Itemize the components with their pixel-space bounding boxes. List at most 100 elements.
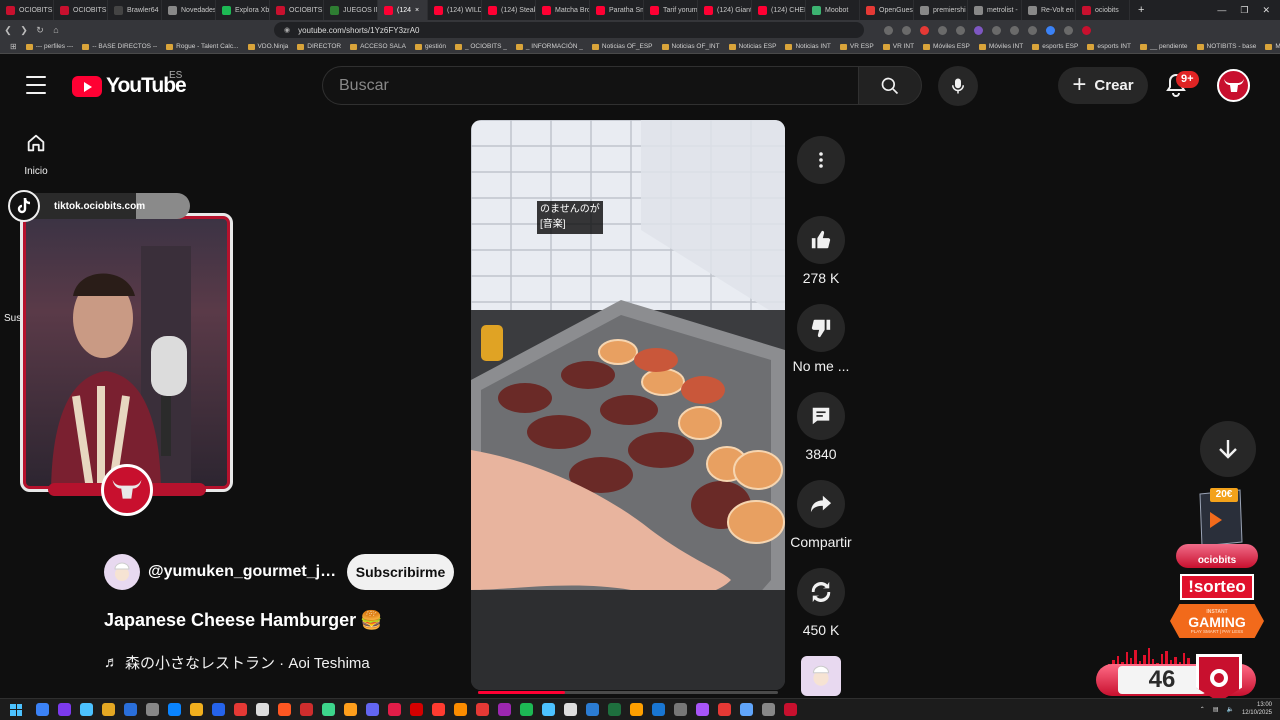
bookmark-item[interactable]: Móviles ESP [923,43,970,50]
extension-icon[interactable] [938,25,947,35]
browser-tab[interactable]: JUEGOS IM [324,0,378,20]
site-info-icon[interactable]: ◉ [284,26,290,34]
address-bar[interactable]: ◉ youtube.com/shorts/1Yz6FY3zrA0 [274,22,864,38]
bookmark-item[interactable]: NOTIBITS - base [1196,43,1256,50]
more-options-button[interactable] [797,136,845,184]
extension-icon[interactable] [920,25,929,35]
bookmark-item[interactable]: -- BASE DIRECTOS -- [82,43,157,50]
taskbar-app-icon[interactable] [344,703,357,716]
search-button[interactable] [858,66,922,105]
browser-tab[interactable]: (124) CHEE [752,0,806,20]
taskbar-app-icon[interactable] [102,703,115,716]
taskbar-app-icon[interactable] [696,703,709,716]
extension-icon[interactable] [974,25,983,35]
network-icon[interactable]: ▤ [1213,706,1219,713]
video-title-row[interactable]: Japanese Cheese Hamburger 🍔 [104,610,383,631]
bookmark-item[interactable]: gestión [414,43,446,50]
taskbar-app-icon[interactable] [674,703,687,716]
apps-icon[interactable]: ⊞ [10,42,17,51]
sidebar-item-subscriptions-label[interactable]: Sus [4,313,21,324]
browser-tab[interactable]: ociobits [1076,0,1130,20]
bookmark-item[interactable]: Noticias ESP [728,43,776,50]
volume-icon[interactable]: 🔈 [1226,706,1233,713]
extension-icon[interactable] [884,25,893,35]
taskbar-app-icon[interactable] [784,703,797,716]
browser-tab[interactable]: (124) Steak [482,0,536,20]
browser-tab[interactable]: Brawler64 I [108,0,162,20]
taskbar-app-icon[interactable] [124,703,137,716]
sidebar-item-home[interactable]: Inicio [16,132,56,177]
next-video-button[interactable] [1200,421,1256,477]
taskbar-app-icon[interactable] [190,703,203,716]
bookmark-item[interactable]: Móviles INT [978,43,1023,50]
browser-tab[interactable]: premiershi [914,0,968,20]
taskbar-app-icon[interactable] [388,703,401,716]
taskbar-app-icon[interactable] [410,703,423,716]
voice-search-button[interactable] [938,66,978,106]
taskbar-app-icon[interactable] [608,703,621,716]
taskbar-app-icon[interactable] [762,703,775,716]
extension-icon[interactable] [992,25,1001,35]
taskbar-app-icon[interactable] [80,703,93,716]
search-input[interactable] [323,67,859,104]
bookmark-item[interactable]: VR ESP [839,43,874,50]
extension-icon[interactable] [1082,25,1091,35]
taskbar-app-icon[interactable] [520,703,533,716]
taskbar-app-icon[interactable] [366,703,379,716]
taskbar-app-icon[interactable] [256,703,269,716]
taskbar-app-icon[interactable] [630,703,643,716]
browser-tab[interactable]: Re-Volt en [1022,0,1076,20]
taskbar-app-icon[interactable] [498,703,511,716]
extension-icon[interactable] [1046,25,1055,35]
bookmark-item[interactable]: _ INFORMACIÓN _ [515,43,583,50]
taskbar-app-icon[interactable] [36,703,49,716]
taskbar-app-icon[interactable] [322,703,335,716]
clock[interactable]: 13:00 12/10/2025 [1242,702,1272,717]
back-icon[interactable]: ❮ [0,25,16,36]
browser-tab[interactable]: (124 × [378,0,428,20]
bookmark-item[interactable]: VR INT [882,43,914,50]
extension-icon[interactable] [1028,25,1037,35]
extension-icon[interactable] [1010,25,1019,35]
bookmark-item[interactable]: VDO.Ninja [247,43,288,50]
bookmark-item[interactable]: ACCESO SALA [350,43,406,50]
music-link[interactable]: ♬ 森の小さなレストラン · Aoi Teshima [104,652,370,673]
bookmark-item[interactable]: Rogue - Talent Calc... [166,43,239,50]
like-button[interactable] [797,216,845,264]
create-button[interactable]: + Crear [1058,67,1148,104]
taskbar-app-icon[interactable] [168,703,181,716]
bookmark-item[interactable]: esports INT [1087,43,1131,50]
browser-tab[interactable]: Paratha Sm [590,0,644,20]
browser-tab[interactable]: Novedades [162,0,216,20]
browser-tab[interactable]: Moobot [806,0,860,20]
browser-tab[interactable]: OCIOBITS [0,0,54,20]
browser-tab[interactable]: metrolist - [968,0,1022,20]
taskbar-app-icon[interactable] [586,703,599,716]
bookmark-item[interactable]: MISA - base [1265,43,1280,50]
subscribe-button[interactable]: Subscribirme [347,554,454,590]
new-tab-icon[interactable]: + [1130,4,1152,16]
maximize-icon[interactable]: ❐ [1240,5,1248,16]
bookmark-item[interactable]: Noticias INT [785,43,831,50]
close-tab-icon[interactable]: × [415,7,419,14]
browser-tab[interactable]: Explora Xb [216,0,270,20]
taskbar-app-icon[interactable] [718,703,731,716]
taskbar-app-icon[interactable] [58,703,71,716]
comments-button[interactable] [797,392,845,440]
minimize-icon[interactable]: — [1217,5,1226,16]
reload-icon[interactable]: ↻ [32,25,48,36]
shorts-video-player[interactable] [471,120,785,690]
extension-icon[interactable] [1064,25,1073,35]
taskbar-app-icon[interactable] [542,703,555,716]
bookmark-item[interactable]: Noticias OF_INT [661,43,720,50]
home-browser-icon[interactable]: ⌂ [48,25,64,35]
bookmark-item[interactable]: Noticias OF_ESP [591,43,653,50]
taskbar-app-icon[interactable] [740,703,753,716]
close-window-icon[interactable]: ✕ [1262,5,1270,16]
taskbar-app-icon[interactable] [212,703,225,716]
bookmark-item[interactable]: esports ESP [1032,43,1078,50]
browser-tab[interactable]: OpenGuess [860,0,914,20]
browser-tab[interactable]: (124) WILD [428,0,482,20]
extension-icon[interactable] [902,25,911,35]
browser-tab[interactable]: Tarif yorum [644,0,698,20]
